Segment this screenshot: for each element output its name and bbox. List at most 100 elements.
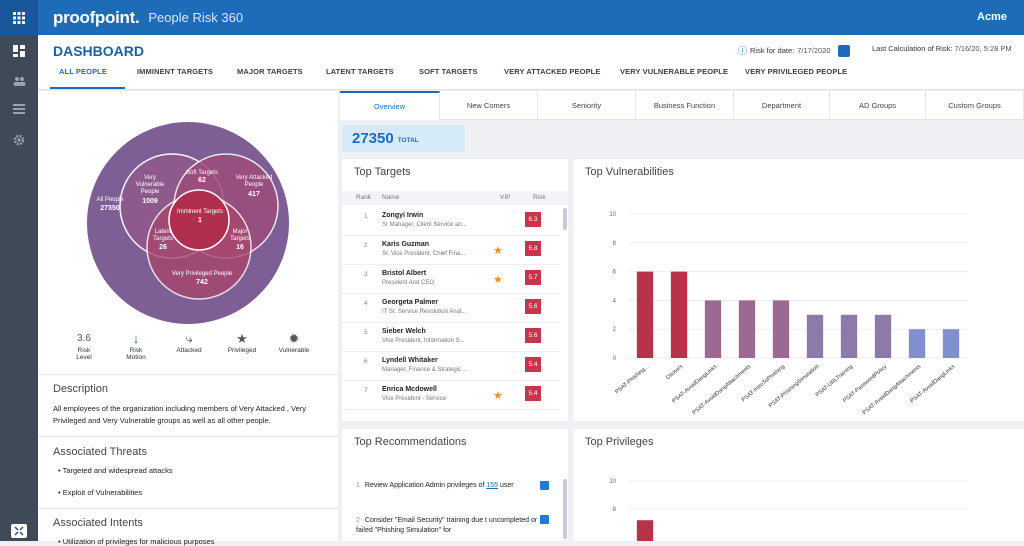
last-calc-label: Last Calculation of Risk: [872,44,953,53]
recommendation-link[interactable]: 155 [486,482,498,489]
risk-motion: ↓ Risk Motion [106,331,166,361]
table-row[interactable]: 2 Karis Guzman Sr. Vice President, Chief F… [342,236,560,265]
tab-ad-groups[interactable]: AD Groups [830,91,926,120]
people-icon[interactable] [10,72,28,90]
venn-major-label: Major Targets [230,229,250,242]
threat-item: • Targeted and widespread attacks [58,466,173,475]
table-row[interactable]: 3 Bristol Albert President And CEO ★ 5.7 [342,265,560,294]
recommendation-number: 1 [356,482,360,489]
target-title: Vice President - Service [382,396,446,402]
group-tabs: ALL PEOPLE IMMINENT TARGETS MAJOR TARGET… [38,66,1024,90]
venn-imminent-count: 1 [198,217,202,224]
tab-custom-groups[interactable]: Custom Groups [926,91,1024,120]
star-icon: ★ [236,331,248,346]
tab-major-targets[interactable]: MAJOR TARGETS [237,67,303,76]
tab-seniority[interactable]: Seniority [538,91,636,120]
tab-overview[interactable]: Overview [340,91,440,120]
col-risk: Risk [533,194,546,201]
target-title: Sr. Vice President, Chief Fina... [382,251,466,257]
recommendations-scrollbar[interactable] [563,479,567,539]
settings-gear-icon[interactable] [10,131,28,149]
risk-for-date-value: 7/17/2020 [797,46,831,55]
bar [772,300,790,358]
attacked: ⤷ Attacked [159,331,219,354]
threats-heading: Associated Threats [53,446,147,458]
tab-new-comers[interactable]: New Comers [440,91,538,120]
tab-all-people[interactable]: ALL PEOPLE [59,67,107,76]
col-rank: Rank [356,194,372,201]
top-targets-title: Top Targets [354,166,411,178]
risk-level: 3.6 Risk Level [54,331,114,361]
lightning-icon: ⤷ [185,331,193,346]
tab-soft-targets[interactable]: SOFT TARGETS [419,67,478,76]
tab-imminent-targets[interactable]: IMMINENT TARGETS [137,67,213,76]
venn-latent-label: Latent Targets [153,229,173,242]
risk-for-date: ⓘ Risk for date: 7/17/2020 [738,44,850,57]
y-tick-label: 8 [613,507,617,513]
target-name[interactable]: Sieber Welch [382,328,426,335]
target-name[interactable]: Georgeta Palmer [382,299,438,306]
list-icon[interactable] [10,100,28,118]
threat-item-text: Exploit of Vulnerabilities [62,488,143,497]
bar [738,300,756,358]
recommendation-text: Consider "Email Security" training due t… [356,517,538,534]
table-row[interactable]: 1 Zongyi Irwin Sr Manager, Client Service … [342,207,560,236]
table-row[interactable]: 7 Enrica Mcdowell Vice President - Service… [342,381,560,410]
targets-scrollbar[interactable] [563,208,567,230]
recommendation-suffix: user [499,482,514,489]
x-tick-label: PSAT-AvoidDangAttachments [862,364,923,416]
target-rank: 3 [364,271,368,278]
table-row[interactable]: 5 Sieber Welch Vice President, Information… [342,323,560,352]
target-rank: 7 [364,387,368,394]
target-title: Vice President, Information S... [382,338,465,344]
expand-icon[interactable] [11,524,27,538]
target-name[interactable]: Bristol Albert [382,270,426,277]
table-row[interactable]: 6 Lyndell Whitaker Manager, Finance & Stra… [342,352,560,381]
vulnerable-label: Vulnerable [278,347,310,354]
top-privileges-panel: Top Privileges 8 10 [573,429,1024,541]
brand-logo: proofpoint. [53,7,140,27]
last-calc-value: 7/16/20, 5:28 PM [954,44,1012,53]
risk-indicators: 3.6 Risk Level ↓ Risk Motion ⤷ Attacked … [38,331,338,376]
target-name[interactable]: Zongyi Irwin [382,212,423,219]
risk-badge: 5.4 [525,357,541,372]
tab-latent-targets[interactable]: LATENT TARGETS [326,67,394,76]
threat-item: • Exploit of Vulnerabilities [58,488,143,497]
target-name[interactable]: Enrica Mcdowell [382,386,437,393]
edit-icon[interactable] [540,481,549,490]
active-tab-indicator [50,87,125,89]
tab-department[interactable]: Department [734,91,830,120]
y-tick-label: 0 [613,356,617,362]
bar [874,314,892,358]
tenant-name[interactable]: Acme [977,11,1007,23]
tab-business-function[interactable]: Business Function [636,91,734,120]
breakdown-tabs: Overview New Comers Seniority Business F… [340,91,1024,120]
dashboard-icon[interactable] [10,42,28,60]
col-name: Name [382,194,400,201]
tab-very-vulnerable-people[interactable]: VERY VULNERABLE PEOPLE [620,67,728,76]
description-heading: Description [53,383,109,395]
top-targets-panel: Top Targets Rank Name VIP Risk 1 Zongyi I… [342,159,568,421]
tab-very-attacked-people[interactable]: VERY ATTACKED PEOPLE [504,67,600,76]
calendar-icon[interactable] [837,44,850,57]
top-targets-header: Rank Name VIP Risk [342,191,568,205]
target-title: President And CEO [382,280,435,286]
risk-badge: 5.7 [525,270,541,285]
edit-icon[interactable] [540,515,549,524]
vip-star-icon: ★ [493,245,503,257]
vulnerable: ✹ Vulnerable [264,331,324,354]
tab-very-privileged-people[interactable]: VERY PRIVILEGED PEOPLE [745,67,847,76]
table-row[interactable]: 4 Georgeta Palmer IT Sr. Service Resolutio… [342,294,560,323]
target-name[interactable]: Lyndell Whitaker [382,357,438,364]
target-name[interactable]: Karis Guzman [382,241,429,248]
intents-section: Associated Intents • Utilization of priv… [38,508,338,546]
bar [942,329,960,358]
target-rank: 1 [364,213,368,220]
vulnerabilities-bar-chart: 0 2 4 6 8 10 PSAT-Phishing... Clickers PSAT-Avoi… [609,212,968,416]
y-tick-label: 10 [609,212,616,218]
bar [840,314,858,358]
venn-soft-targets-label: Soft Targets [186,170,218,176]
recommendation-text: Review Application Admin privileges of [364,482,485,489]
description-text: All employees of the organization includ… [53,404,307,425]
app-grid-icon[interactable] [0,0,38,35]
